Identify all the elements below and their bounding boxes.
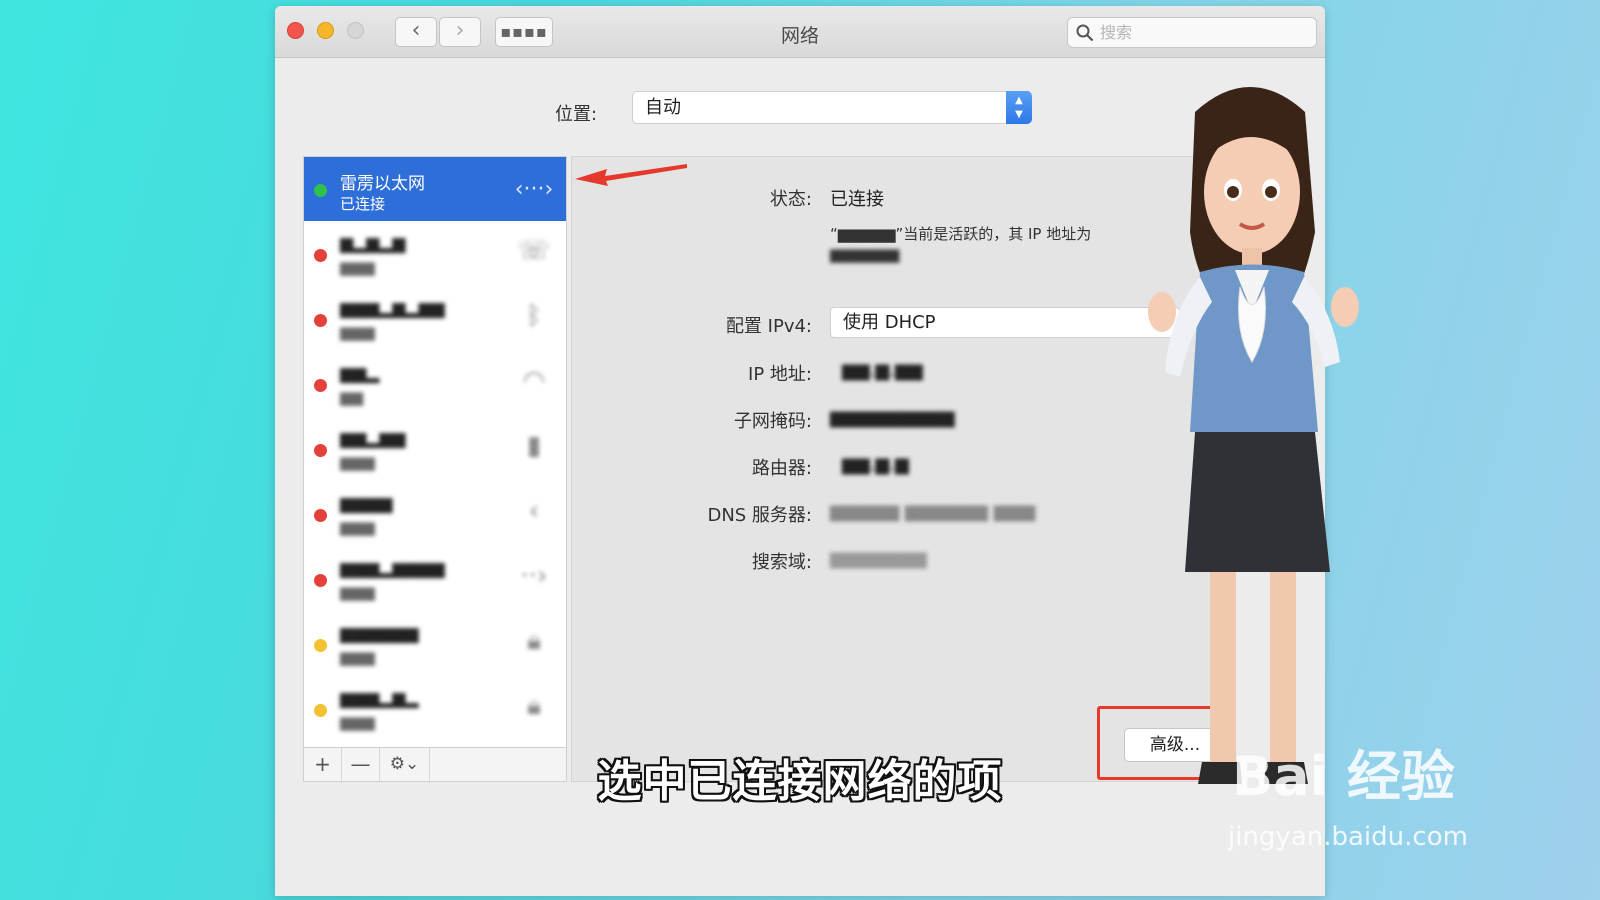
service-item[interactable]: ▆▆▆▆▆▆ ▆▆▆ 🔒︎ — [304, 612, 566, 676]
ip-address-value: ▆▆.▆.▆▆ — [842, 360, 923, 381]
search-domains-label: 搜索域: — [751, 552, 812, 573]
service-status: ▆▆▆ — [340, 453, 375, 471]
ipv4-label: 配置 IPv4: — [725, 316, 812, 337]
ipv4-config-select[interactable]: 使用 DHCP — [830, 307, 1180, 338]
wifi-icon: ◠ — [522, 366, 546, 396]
service-name: ▆▆▆▆ — [340, 494, 393, 514]
baidu-watermark-url: jingyan.baidu.com — [1228, 822, 1468, 852]
vpn-lock-icon: 🔒︎ — [527, 626, 541, 656]
status-dot-icon — [314, 249, 327, 262]
service-name: 雷雳以太网 — [340, 174, 425, 194]
service-name: ▆▂▆▂▆ — [340, 234, 406, 254]
status-dot-icon — [314, 509, 327, 522]
location-value: 自动 — [645, 97, 681, 118]
dns-servers-value: ▆▆▆▆▆ ▆▆▆▆▆▆ ▆▆▆ — [830, 501, 1036, 522]
phone-icon: ☏ — [517, 236, 551, 266]
service-list: 雷雳以太网 已连接 ‹···› ▆▂▆▂▆ ▆▆▆ ☏ ▆▆▆▂▆▂▆▆ ▆▆▆ ᛒ ▆▆▂ ▆▆ ◠… — [303, 156, 567, 748]
service-item[interactable]: ▆▆▆▂▆▂ ▆▆▆ 🔒︎ — [304, 677, 566, 741]
service-status: ▆▆▆ — [340, 583, 375, 601]
subnet-mask-label: 子网掩码: — [733, 411, 812, 432]
bluetooth-pan-icon: ‹ — [528, 496, 540, 526]
ipv4-config-value: 使用 DHCP — [843, 312, 936, 333]
service-item[interactable]: ▆▂▆▂▆ ▆▆▆ ☏ — [304, 222, 566, 286]
vpn-lock-icon: 🔒︎ — [527, 691, 541, 721]
location-select[interactable]: 自动 ▲ ▼ — [632, 91, 1032, 124]
service-status: ▆▆▆ — [340, 258, 375, 276]
dns-servers-label: DNS 服务器: — [707, 505, 812, 526]
service-status: ▆▆▆ — [340, 648, 375, 666]
status-dot-icon — [314, 314, 327, 327]
subnet-mask-value: ▆▆▆▆▆▆▆▆▆ — [830, 407, 955, 428]
search-field[interactable]: 搜索 — [1067, 17, 1317, 48]
details-panel: 状态: 已连接 “▆▆▆▆▆”当前是活跃的，其 IP 地址为 ▆▆▆▆▆▆ 配置… — [571, 156, 1211, 782]
pointer-arrow-icon — [575, 164, 687, 186]
service-status: ▆▆▆ — [340, 713, 375, 731]
service-status: ▆▆▆ — [340, 518, 375, 536]
status-dot-icon — [314, 639, 327, 652]
router-value: ▆▆.▆.▆ — [842, 454, 909, 475]
service-status: 已连接 — [340, 195, 386, 213]
search-domains-value: ▆▆▆▆▆▆▆ — [830, 548, 927, 569]
presenter-character-icon — [1148, 87, 1359, 784]
status-dot-icon — [314, 704, 327, 717]
service-item[interactable]: ▆▆▆▂▆▂▆▆ ▆▆▆ ᛒ — [304, 287, 566, 351]
search-placeholder: 搜索 — [1100, 23, 1133, 42]
status-dot-icon — [314, 184, 327, 197]
service-status: ▆▆ — [340, 388, 364, 406]
service-item[interactable]: ▆▆▆▂▆▆▆▆ ▆▆▆ ··› — [304, 547, 566, 611]
bridge-icon: ··› — [520, 561, 548, 591]
service-item[interactable]: 雷雳以太网 已连接 ‹···› — [304, 157, 566, 221]
bluetooth-icon: ᛒ — [526, 301, 542, 331]
service-item[interactable]: ▆▆▂ ▆▆ ◠ — [304, 352, 566, 416]
status-dot-icon — [314, 574, 327, 587]
service-name: ▆▆▂▆▆ — [340, 429, 406, 449]
ip-address-label: IP 地址: — [748, 364, 812, 385]
ethernet-icon: ‹···› — [514, 177, 554, 202]
status-note-ip: ▆▆▆▆▆▆ — [830, 245, 900, 263]
status-note: “▆▆▆▆▆”当前是活跃的，其 IP 地址为 — [830, 225, 1092, 243]
iphone-icon: ▮ — [526, 431, 542, 461]
search-icon — [1076, 24, 1094, 42]
service-name: ▆▆▆▂▆▆▆▆ — [340, 559, 445, 579]
status-value: 已连接 — [830, 189, 884, 210]
service-item[interactable]: ▆▆▂▆▆ ▆▆▆ ▮ — [304, 417, 566, 481]
status-dot-icon — [314, 379, 327, 392]
location-label: 位置: — [555, 104, 598, 125]
service-item[interactable]: ▆▆▆▆ ▆▆▆ ‹ — [304, 482, 566, 546]
title-bar: ‹ › ▪▪▪▪ 网络 搜索 — [275, 6, 1325, 58]
baidu-watermark: Bai 经验 — [1232, 745, 1455, 808]
updown-arrows-icon: ▲ ▼ — [1006, 91, 1032, 124]
service-name: ▆▆▆▂▆▂▆▆ — [340, 299, 445, 319]
status-dot-icon — [314, 444, 327, 457]
service-status: ▆▆▆ — [340, 323, 375, 341]
service-name: ▆▆▆▂▆▂ — [340, 689, 419, 709]
router-label: 路由器: — [751, 458, 812, 479]
service-name: ▆▆▂ — [340, 364, 380, 384]
service-name: ▆▆▆▆▆▆ — [340, 624, 419, 644]
